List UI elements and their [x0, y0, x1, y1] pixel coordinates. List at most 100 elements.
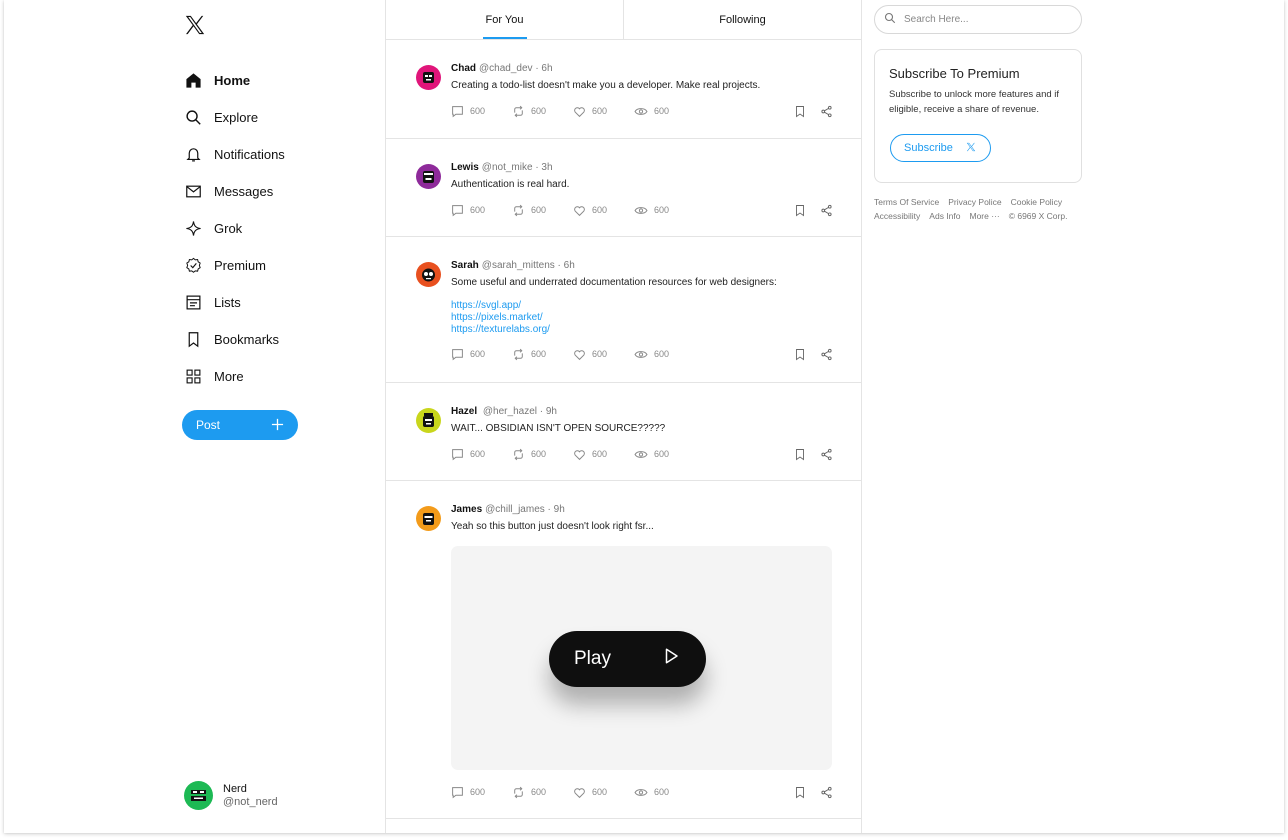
main-nav: Home Explore Notifications Messages Grok…: [184, 62, 285, 395]
author-handle[interactable]: @sarah_mittens: [482, 260, 555, 271]
bookmark-icon[interactable]: [794, 204, 806, 217]
post-card[interactable]: James @chill_james · 9h Yeah so this butt…: [386, 481, 861, 819]
footer-link[interactable]: Accessibility: [874, 211, 920, 221]
x-logo-icon[interactable]: [184, 14, 206, 36]
like-count: 600: [592, 449, 608, 459]
repost-button[interactable]: 600: [512, 448, 573, 461]
like-button[interactable]: 600: [573, 204, 634, 217]
repost-button[interactable]: 600: [512, 348, 573, 361]
sidebar-item-lists[interactable]: Lists: [184, 284, 285, 321]
views-button[interactable]: 600: [634, 448, 695, 461]
sidebar-item-bookmarks[interactable]: Bookmarks: [184, 321, 285, 358]
sidebar-item-label: Bookmarks: [214, 332, 280, 347]
avatar[interactable]: [416, 506, 441, 531]
author-name[interactable]: James: [451, 504, 482, 515]
premium-card: Subscribe To Premium Subscribe to unlock…: [874, 49, 1082, 183]
home-icon: [184, 72, 202, 90]
views-button[interactable]: 600: [634, 204, 695, 217]
sidebar-item-messages[interactable]: Messages: [184, 173, 285, 210]
account-switcher[interactable]: Nerd @not_nerd: [184, 781, 278, 810]
repost-count: 600: [531, 106, 547, 116]
search-input[interactable]: [904, 14, 1064, 25]
like-button[interactable]: 600: [573, 348, 634, 361]
views-button[interactable]: 600: [634, 105, 695, 118]
post-text: Some useful and underrated documentation…: [451, 277, 777, 288]
post-card[interactable]: Lewis @not_mike · 3h Authentication is re…: [386, 139, 861, 237]
avatar[interactable]: [416, 65, 441, 90]
post-card[interactable]: Hazel @her_hazel · 9h WAIT... OBSIDIAN I…: [386, 383, 861, 481]
author-handle[interactable]: @her_hazel: [483, 406, 537, 417]
sidebar-item-grok[interactable]: Grok: [184, 210, 285, 247]
avatar[interactable]: [416, 408, 441, 433]
author-handle[interactable]: @chad_dev: [479, 63, 533, 74]
author-name[interactable]: Chad: [451, 63, 476, 74]
sidebar-item-home[interactable]: Home: [184, 62, 285, 99]
post-actions: 600 600 600 600: [451, 784, 833, 800]
like-button[interactable]: 600: [573, 105, 634, 118]
sidebar-item-more[interactable]: More: [184, 358, 285, 395]
author-name[interactable]: Hazel: [451, 406, 477, 417]
account-handle: @not_nerd: [223, 795, 278, 808]
post-card[interactable]: Sarah @sarah_mittens · 6h Some useful and…: [386, 237, 861, 383]
author-handle[interactable]: @not_mike: [482, 162, 533, 173]
left-sidebar: Home Explore Notifications Messages Grok…: [4, 0, 385, 833]
bookmark-icon[interactable]: [794, 348, 806, 361]
post-link[interactable]: https://svgl.app/: [451, 300, 833, 312]
author-handle[interactable]: @chill_james: [485, 504, 545, 515]
reply-button[interactable]: 600: [451, 348, 512, 361]
share-icon[interactable]: [820, 105, 833, 118]
avatar[interactable]: [416, 164, 441, 189]
footer-link[interactable]: Privacy Police: [948, 197, 1001, 207]
tab-for-you[interactable]: For You: [386, 0, 623, 39]
reply-count: 600: [470, 787, 486, 797]
views-button[interactable]: 600: [634, 348, 695, 361]
heart-icon: [574, 787, 585, 798]
footer-link[interactable]: Terms Of Service: [874, 197, 939, 207]
view-count: 600: [654, 205, 670, 215]
bookmark-icon[interactable]: [794, 105, 806, 118]
tab-following[interactable]: Following: [623, 0, 861, 39]
footer-link[interactable]: More ···: [969, 211, 999, 221]
share-icon[interactable]: [820, 204, 833, 217]
avatar[interactable]: [416, 262, 441, 287]
repost-button[interactable]: 600: [512, 204, 573, 217]
repost-button[interactable]: 600: [512, 105, 573, 118]
post-actions: 600 600 600 600: [451, 202, 833, 218]
post-button[interactable]: Post: [182, 410, 298, 440]
footer-link[interactable]: Cookie Policy: [1011, 197, 1063, 207]
sidebar-item-notifications[interactable]: Notifications: [184, 136, 285, 173]
footer-link[interactable]: Ads Info: [929, 211, 960, 221]
post-card[interactable]: Chad @chad_dev · 6h Creating a todo-list …: [386, 40, 861, 139]
bookmark-icon[interactable]: [794, 448, 806, 461]
views-button[interactable]: 600: [634, 786, 695, 799]
repost-count: 600: [531, 205, 547, 215]
like-button[interactable]: 600: [573, 786, 634, 799]
reply-button[interactable]: 600: [451, 448, 512, 461]
author-name[interactable]: Sarah: [451, 260, 479, 271]
search-box[interactable]: [874, 5, 1082, 34]
repost-icon: [514, 204, 523, 216]
reply-icon: [452, 786, 463, 798]
post-text: Yeah so this button just doesn't look ri…: [451, 521, 654, 532]
bookmark-icon[interactable]: [794, 786, 806, 799]
like-button[interactable]: 600: [573, 448, 634, 461]
sidebar-item-explore[interactable]: Explore: [184, 99, 285, 136]
post-link[interactable]: https://pixels.market/: [451, 312, 833, 324]
sidebar-item-premium[interactable]: Premium: [184, 247, 285, 284]
repost-button[interactable]: 600: [512, 786, 573, 799]
view-count: 600: [654, 787, 670, 797]
subscribe-button[interactable]: Subscribe: [890, 134, 991, 162]
reply-button[interactable]: 600: [451, 786, 512, 799]
share-icon[interactable]: [820, 786, 833, 799]
share-icon[interactable]: [820, 348, 833, 361]
share-icon[interactable]: [820, 448, 833, 461]
post-header: James @chill_james · 9h: [451, 503, 833, 517]
sidebar-item-label: Messages: [214, 184, 274, 199]
post-link[interactable]: https://texturelabs.org/: [451, 324, 833, 336]
reply-button[interactable]: 600: [451, 105, 512, 118]
author-name[interactable]: Lewis: [451, 162, 479, 173]
reply-button[interactable]: 600: [451, 204, 512, 217]
post-media[interactable]: Play: [451, 546, 832, 770]
search-icon: [884, 11, 896, 29]
play-button[interactable]: Play: [549, 631, 706, 687]
